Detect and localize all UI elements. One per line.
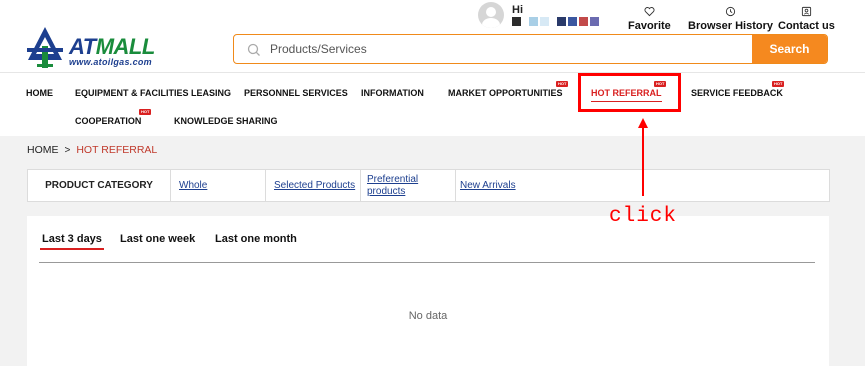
user-greeting: Hi: [512, 4, 523, 16]
search-input[interactable]: [270, 35, 750, 63]
referral-panel: Last 3 days Last one week Last one month…: [27, 216, 829, 366]
category-new-arrivals-link[interactable]: New Arrivals: [460, 180, 516, 191]
nav-item-label: HOME: [26, 88, 53, 98]
main-nav: HOME EQUIPMENT & FACILITIES LEASING PERS…: [0, 72, 865, 136]
contact-icon: [801, 6, 812, 17]
nav-item-equipment-leasing[interactable]: EQUIPMENT & FACILITIES LEASING: [75, 88, 231, 98]
chevron-right-icon: >: [64, 145, 71, 156]
tab-active-underline: [40, 248, 104, 250]
site-header: ATMALL www.atoilgas.com Hi Favorite Brow…: [0, 0, 865, 72]
logo-mark-icon: [27, 27, 63, 68]
category-selected-products-link[interactable]: Selected Products: [274, 180, 355, 191]
nav-item-knowledge-sharing[interactable]: KNOWLEDGE SHARING: [174, 116, 278, 126]
nav-item-label: PERSONNEL SERVICES: [244, 88, 348, 98]
search-button[interactable]: Search: [752, 35, 827, 63]
tab-label: Last 3 days: [42, 233, 102, 245]
favorite-link[interactable]: Favorite: [628, 6, 671, 32]
tab-label: Last one month: [215, 233, 297, 245]
clock-icon: [725, 6, 736, 17]
nav-item-label: COOPERATION: [75, 116, 142, 126]
highlight-box: [578, 73, 681, 112]
favorite-label: Favorite: [628, 20, 671, 32]
tab-last-one-week[interactable]: Last one week: [120, 233, 195, 245]
annotation-arrow-icon: [638, 118, 648, 196]
browser-history-label: Browser History: [688, 20, 773, 32]
product-category-label: PRODUCT CATEGORY: [28, 170, 171, 201]
search-bar: Search: [233, 34, 828, 64]
divider: [265, 170, 266, 201]
breadcrumb-home[interactable]: HOME: [27, 144, 59, 156]
search-icon: [247, 43, 260, 56]
tab-last-one-month[interactable]: Last one month: [215, 233, 297, 245]
category-preferential-products-link[interactable]: Preferential products: [367, 174, 439, 198]
hot-badge: HOT: [772, 81, 785, 87]
heart-icon: [644, 7, 655, 17]
logo-mall: MALL: [95, 34, 156, 59]
contact-us-label: Contact us: [778, 20, 835, 32]
avatar-icon[interactable]: [478, 2, 504, 28]
tab-last-3-days[interactable]: Last 3 days: [40, 233, 104, 250]
contact-us-link[interactable]: Contact us: [778, 6, 835, 32]
masked-username: [512, 17, 599, 26]
nav-item-label: INFORMATION: [361, 88, 424, 98]
hot-badge: HOT: [139, 109, 152, 115]
nav-item-information[interactable]: INFORMATION: [361, 88, 424, 98]
tab-label: Last one week: [120, 233, 196, 245]
divider: [360, 170, 361, 201]
nav-item-personnel-services[interactable]: PERSONNEL SERVICES: [244, 88, 348, 98]
empty-state: No data: [408, 310, 448, 322]
user-menu[interactable]: Hi: [478, 2, 618, 30]
divider: [455, 170, 456, 201]
logo-url: www.atoilgas.com: [69, 57, 152, 67]
product-category-bar: PRODUCT CATEGORY Whole Selected Products…: [27, 169, 830, 202]
nav-item-cooperation[interactable]: COOPERATION: [75, 116, 141, 126]
nav-item-label: EQUIPMENT & FACILITIES LEASING: [75, 88, 232, 98]
hot-badge: HOT: [556, 81, 569, 87]
nav-item-label: MARKET OPPORTUNITIES: [448, 88, 563, 98]
nav-item-market-opportunities[interactable]: MARKET OPPORTUNITIES: [448, 88, 563, 98]
nav-item-home[interactable]: HOME: [26, 88, 53, 98]
annotation-click-label: click: [609, 205, 678, 228]
nav-item-label: KNOWLEDGE SHARING: [174, 116, 278, 126]
logo-at: AT: [69, 34, 96, 59]
site-logo[interactable]: ATMALL www.atoilgas.com: [25, 26, 175, 70]
nav-item-service-feedback[interactable]: SERVICE FEEDBACK: [691, 88, 783, 98]
category-whole-link[interactable]: Whole: [179, 180, 207, 191]
breadcrumb-current: HOT REFERRAL: [76, 144, 158, 156]
divider: [39, 262, 815, 263]
browser-history-link[interactable]: Browser History: [688, 6, 773, 32]
nav-item-label: SERVICE FEEDBACK: [691, 88, 783, 98]
breadcrumb: HOME > HOT REFERRAL: [27, 144, 157, 156]
